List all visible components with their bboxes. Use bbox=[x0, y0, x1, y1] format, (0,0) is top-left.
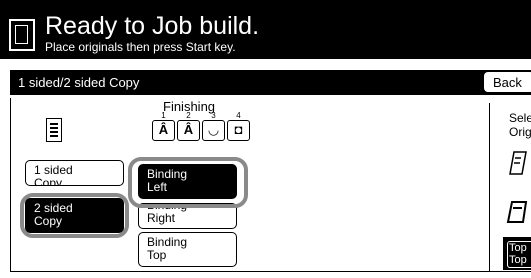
finishing-number: 3 bbox=[211, 111, 216, 120]
binding-top-button[interactable]: Binding Top bbox=[138, 232, 237, 267]
orientation-prompt: Select bbox=[509, 111, 531, 125]
2-sided-copy-button[interactable]: 2 sided Copy bbox=[25, 198, 124, 233]
finishing-option-1[interactable]: 1 Â bbox=[150, 112, 177, 142]
original-orientation-icon-1[interactable] bbox=[506, 150, 531, 176]
finishing-number: 2 bbox=[186, 111, 191, 120]
finishing-option-2[interactable]: 2 Â bbox=[175, 112, 202, 142]
back-button[interactable]: Back bbox=[483, 71, 531, 93]
status-header: Ready to Job build. Place originals then… bbox=[0, 0, 531, 58]
top-edge-button[interactable]: Top Top bbox=[503, 237, 531, 270]
copy-document-icon bbox=[46, 118, 62, 142]
punch-icon: ◘ bbox=[227, 120, 250, 141]
button-label-line2: Right bbox=[147, 211, 176, 225]
panel-divider bbox=[489, 103, 490, 271]
binding-left-button[interactable]: Binding Left bbox=[138, 164, 237, 199]
staple-left-icon: Â bbox=[152, 120, 175, 141]
document-icon bbox=[9, 19, 35, 51]
fold-icon: ◡ bbox=[202, 120, 225, 141]
button-label-line2: Top bbox=[147, 248, 167, 262]
finishing-option-3[interactable]: 3 ◡ bbox=[200, 112, 227, 142]
binding-right-button[interactable]: Binding Right bbox=[138, 203, 237, 229]
orientation-prompt-line2: Orig bbox=[509, 125, 531, 139]
status-title: Ready to Job build. bbox=[45, 12, 260, 40]
function-title-bar: 1 sided/2 sided Copy bbox=[10, 70, 531, 95]
button-label-line2: Left bbox=[147, 180, 168, 194]
finishing-number: 4 bbox=[236, 111, 241, 120]
staple-right-icon: Â bbox=[177, 120, 200, 141]
finishing-number: 1 bbox=[161, 111, 166, 120]
1-sided-copy-button[interactable]: 1 sided Copy bbox=[25, 160, 124, 186]
original-orientation-icon-2[interactable] bbox=[506, 198, 531, 224]
button-label-line2: Copy bbox=[34, 176, 63, 186]
status-subtitle: Place originals then press Start key. bbox=[45, 40, 236, 54]
button-label-line2: Copy bbox=[34, 214, 63, 228]
finishing-option-4[interactable]: 4 ◘ bbox=[225, 112, 252, 142]
function-title: 1 sided/2 sided Copy bbox=[18, 75, 140, 90]
